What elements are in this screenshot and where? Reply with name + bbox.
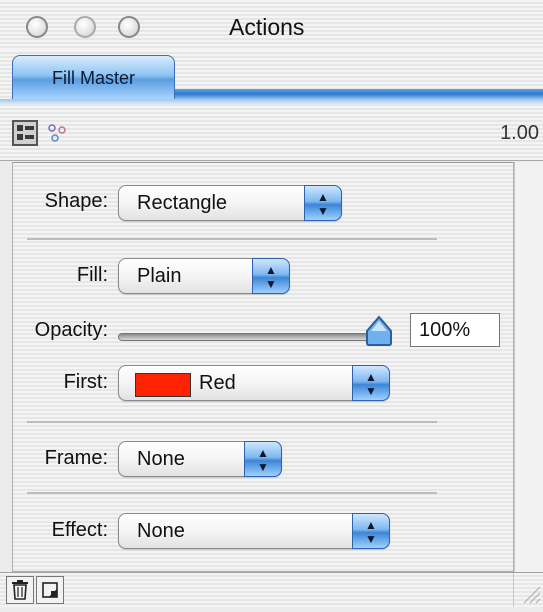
- opacity-input[interactable]: 100%: [410, 313, 500, 347]
- window-title: Actions: [229, 14, 305, 40]
- popup-arrows-icon: ▲ ▼: [244, 441, 282, 477]
- tab-strip-shadow: [0, 99, 543, 105]
- opacity-label: Opacity:: [34, 319, 108, 341]
- fill-value: Plain: [137, 265, 182, 287]
- tab-strip: [175, 89, 543, 99]
- scrollbar-column[interactable]: [514, 162, 543, 572]
- color-swatch: [135, 373, 191, 397]
- effect-value: None: [137, 520, 185, 542]
- resize-grip-icon[interactable]: [513, 573, 543, 607]
- shape-label: Shape:: [44, 190, 108, 212]
- shape-popup[interactable]: Rectangle ▲ ▼: [118, 185, 342, 221]
- version-number: 1.00: [500, 122, 539, 144]
- fill-popup[interactable]: Plain ▲ ▼: [118, 258, 290, 294]
- divider: [27, 238, 437, 240]
- first-color-popup[interactable]: Red ▲ ▼: [118, 365, 390, 401]
- list-view-icon[interactable]: [12, 120, 38, 146]
- zoom-window-button[interactable]: [118, 16, 140, 38]
- frame-value: None: [137, 448, 185, 470]
- first-color-label: First:: [63, 371, 108, 393]
- tab-bar: Fill Master: [0, 50, 543, 110]
- frame-label: Frame:: [44, 447, 108, 469]
- popup-arrows-icon: ▲ ▼: [352, 365, 390, 401]
- popup-arrows-icon: ▲ ▼: [352, 513, 390, 549]
- minimize-window-button[interactable]: [74, 16, 96, 38]
- opacity-slider-track[interactable]: [118, 333, 380, 341]
- toolbar: 1.00: [0, 110, 543, 161]
- opacity-slider-thumb[interactable]: [364, 315, 394, 347]
- fill-label: Fill:: [76, 264, 108, 286]
- effect-popup[interactable]: None ▲ ▼: [118, 513, 390, 549]
- first-color-value: Red: [199, 372, 236, 394]
- bottom-bar: [0, 572, 543, 607]
- shape-value: Rectangle: [137, 192, 228, 214]
- divider: [27, 492, 437, 494]
- popup-arrows-icon: ▲ ▼: [304, 185, 342, 221]
- frame-popup[interactable]: None ▲ ▼: [118, 441, 282, 477]
- new-item-icon[interactable]: [36, 576, 64, 604]
- window-titlebar[interactable]: Actions: [0, 0, 543, 51]
- popup-arrows-icon: ▲ ▼: [252, 258, 290, 294]
- trash-icon[interactable]: [6, 576, 34, 604]
- tab-fill-master[interactable]: Fill Master: [12, 55, 175, 99]
- close-window-button[interactable]: [26, 16, 48, 38]
- graph-view-icon[interactable]: [44, 120, 70, 146]
- effect-label: Effect:: [51, 519, 108, 541]
- divider: [27, 421, 437, 423]
